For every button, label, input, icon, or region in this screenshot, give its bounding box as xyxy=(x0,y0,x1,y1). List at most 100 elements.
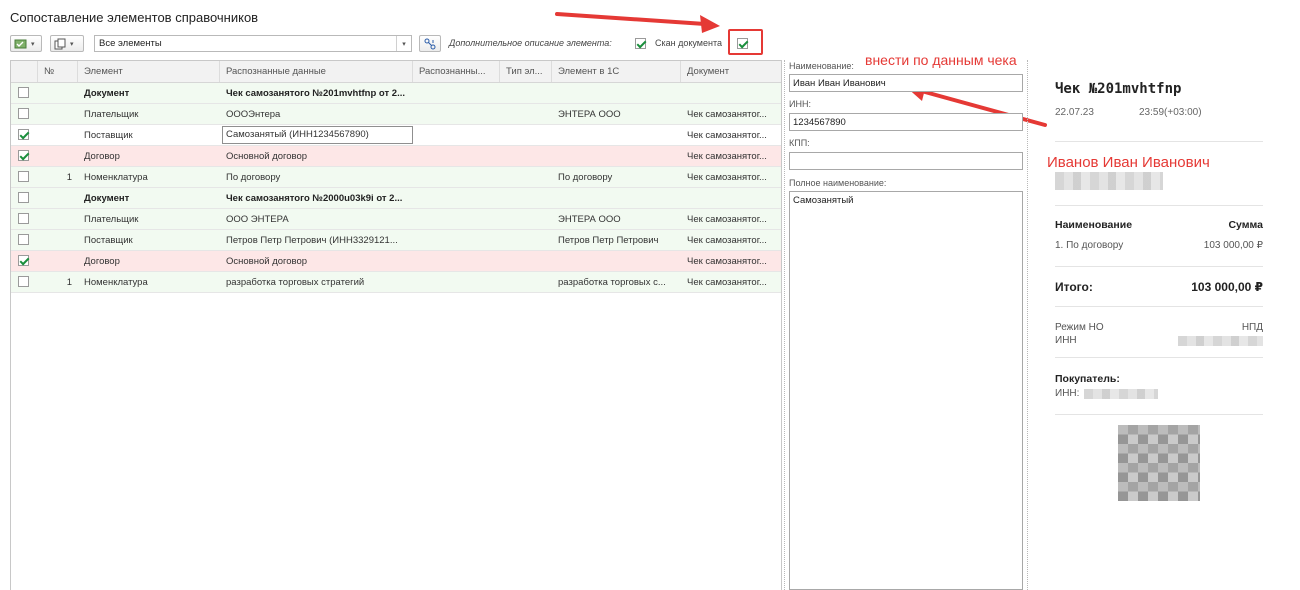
annotation-receipt-name: Иванов Иван Иванович xyxy=(1047,154,1210,171)
row-recognized-cell[interactable]: Самозанятый (ИНН1234567890) xyxy=(220,125,413,145)
column-header-number[interactable]: № xyxy=(38,61,78,82)
row-element: Документ xyxy=(84,193,130,204)
table-row[interactable]: Плательщик ОООЭнтера ЭНТЕРА ООО Чек самозан… xyxy=(11,104,781,125)
receipt-buyer-row: Покупатель: xyxy=(1055,373,1263,385)
inn-field[interactable]: 1234567890 xyxy=(789,113,1023,131)
row-type xyxy=(500,104,552,124)
row-recognized: ООО ЭНТЕРА xyxy=(226,214,289,225)
divider xyxy=(1055,414,1263,415)
row-recognized-2 xyxy=(413,251,500,271)
column-header-element[interactable]: Элемент xyxy=(78,61,220,82)
row-checkbox[interactable] xyxy=(18,150,29,161)
row-element-1c xyxy=(552,188,681,208)
row-type xyxy=(500,209,552,229)
receipt-tax-mode-value: НПД xyxy=(1241,322,1263,333)
row-checkbox[interactable] xyxy=(18,129,29,140)
table-row[interactable]: Плательщик ООО ЭНТЕРА ЭНТЕРА ООО Чек самоза… xyxy=(11,209,781,230)
table-header: № Элемент Распознанные данные Распознанн… xyxy=(11,61,781,83)
receipt-col-name: Наименование xyxy=(1055,219,1133,231)
receipt-total-label: Итого: xyxy=(1055,280,1093,294)
receipt-date: 22.07.23 xyxy=(1055,107,1094,118)
row-element: Договор xyxy=(84,151,120,162)
table-row[interactable]: Документ Чек самозанятого №201mvhtfnp от … xyxy=(11,83,781,104)
panel-splitter[interactable] xyxy=(1027,60,1028,590)
receipt-tax-row: Режим НО НПД xyxy=(1055,322,1263,333)
blurred-inn xyxy=(1178,336,1263,346)
row-element: Плательщик xyxy=(84,214,139,225)
column-header-element-1c[interactable]: Элемент в 1С xyxy=(552,61,681,82)
row-number xyxy=(38,251,78,271)
divider xyxy=(1055,306,1263,307)
receipt-time: 23:59(+03:00) xyxy=(1139,107,1202,118)
row-recognized: Основной договор xyxy=(226,151,308,162)
row-check-cell xyxy=(11,188,38,208)
divider xyxy=(1055,357,1263,358)
row-document: Чек самозанятог... xyxy=(687,151,767,162)
row-recognized-2 xyxy=(413,146,500,166)
row-checkbox[interactable] xyxy=(18,108,29,119)
row-checkbox[interactable] xyxy=(18,171,29,182)
kpp-field[interactable] xyxy=(789,152,1023,170)
row-recognized-edit[interactable]: Самозанятый (ИНН1234567890) xyxy=(222,126,413,144)
divider xyxy=(1055,266,1263,267)
receipt-buyer-label: Покупатель: xyxy=(1055,373,1120,385)
qr-code-image xyxy=(1118,425,1200,501)
blurred-buyer-inn xyxy=(1084,389,1158,399)
row-element-1c: Петров Петр Петрович xyxy=(558,235,659,246)
row-checkbox[interactable] xyxy=(18,192,29,203)
full-name-field[interactable]: Самозанятый xyxy=(789,191,1023,590)
column-header-check[interactable] xyxy=(11,61,38,82)
row-checkbox[interactable] xyxy=(18,276,29,287)
row-element: Номенклатура xyxy=(84,172,148,183)
column-header-recognized[interactable]: Распознанные данные xyxy=(220,61,413,82)
table-row[interactable]: 1 Номенклатура разработка торговых стратег… xyxy=(11,272,781,293)
row-number xyxy=(38,209,78,229)
row-type xyxy=(500,230,552,250)
row-document: Чек самозанятог... xyxy=(687,256,767,267)
row-checkbox[interactable] xyxy=(18,255,29,266)
row-recognized-2 xyxy=(413,188,500,208)
row-type xyxy=(500,272,552,292)
row-recognized: ОООЭнтера xyxy=(226,109,281,120)
table-row[interactable]: Документ Чек самозанятого №2000u03k9i от … xyxy=(11,188,781,209)
table-row[interactable]: Поставщик Самозанятый (ИНН1234567890) Чек … xyxy=(11,125,781,146)
column-header-type[interactable]: Тип эл... xyxy=(500,61,552,82)
row-recognized-2 xyxy=(413,230,500,250)
name-field[interactable]: Иван Иван Иванович xyxy=(789,74,1023,92)
column-header-recognized-2[interactable]: Распознанны... xyxy=(413,61,500,82)
row-number xyxy=(38,125,78,145)
row-number: 1 xyxy=(66,277,72,288)
receipt-col-sum: Сумма xyxy=(1228,219,1263,231)
row-type xyxy=(500,125,552,145)
row-checkbox[interactable] xyxy=(18,213,29,224)
receipt-total-row: Итого: 103 000,00 ₽ xyxy=(1055,280,1263,294)
table-row[interactable]: 1 Номенклатура По договору По договору Чек с… xyxy=(11,167,781,188)
receipt-tax-mode-label: Режим НО xyxy=(1055,322,1104,333)
receipt-inn-label: ИНН xyxy=(1055,335,1077,346)
row-number xyxy=(38,83,78,103)
row-recognized: По договору xyxy=(226,172,281,183)
row-checkbox[interactable] xyxy=(18,87,29,98)
row-element-1c: разработка торговых с... xyxy=(558,277,666,288)
row-number: 1 xyxy=(66,172,72,183)
row-check-cell xyxy=(11,146,38,166)
row-type xyxy=(500,167,552,187)
row-type xyxy=(500,146,552,166)
receipt-item-row: 1. По договору 103 000,00 ₽ xyxy=(1055,240,1263,251)
divider xyxy=(1055,141,1263,142)
column-header-document[interactable]: Документ xyxy=(681,61,781,82)
row-recognized-2 xyxy=(413,167,500,187)
row-number xyxy=(38,146,78,166)
row-element: Плательщик xyxy=(84,109,139,120)
row-element-1c: По договору xyxy=(558,172,613,183)
elements-table: № Элемент Распознанные данные Распознанн… xyxy=(10,60,782,590)
row-checkbox[interactable] xyxy=(18,234,29,245)
row-recognized: Петров Петр Петрович (ИНН3329121... xyxy=(226,235,398,246)
table-body: Документ Чек самозанятого №201mvhtfnp от … xyxy=(11,83,781,293)
row-recognized-2 xyxy=(413,104,500,124)
kpp-label: КПП: xyxy=(789,138,810,148)
panel-splitter[interactable] xyxy=(784,60,785,590)
table-row[interactable]: Договор Основной договор Чек самозанятог..… xyxy=(11,251,781,272)
table-row[interactable]: Поставщик Петров Петр Петрович (ИНН332912… xyxy=(11,230,781,251)
table-row[interactable]: Договор Основной договор Чек самозанятог..… xyxy=(11,146,781,167)
